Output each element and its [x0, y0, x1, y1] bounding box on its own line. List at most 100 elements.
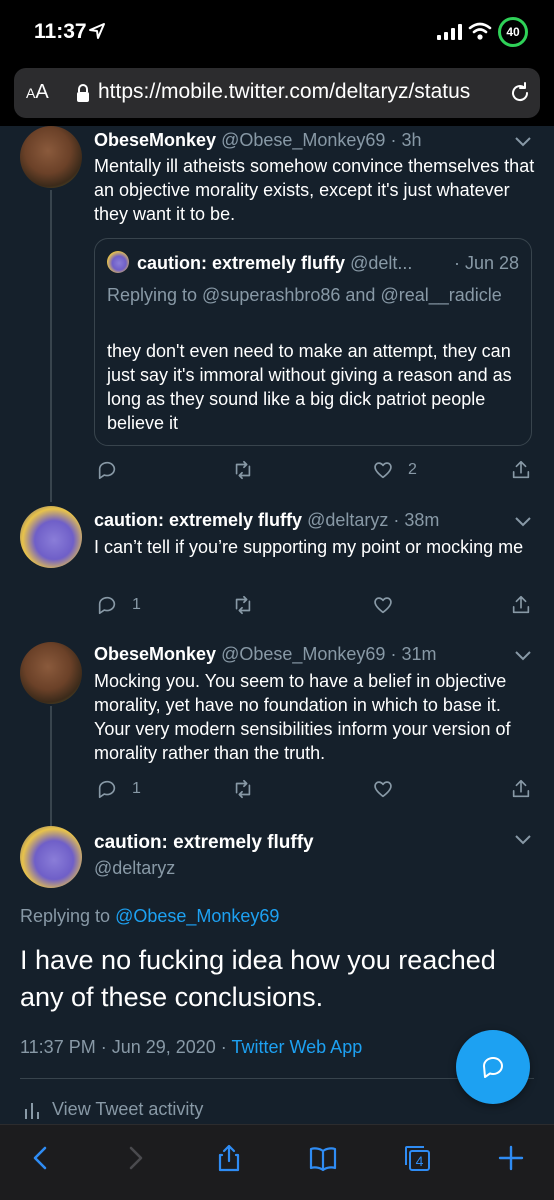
heart-icon [374, 462, 392, 479]
chevron-left-icon [33, 1146, 47, 1170]
replying-to-link[interactable]: @Obese_Monkey69 [115, 906, 279, 926]
main-tweet-text: I have no fucking idea how you reached a… [20, 945, 496, 1012]
retweet-button[interactable] [232, 458, 254, 482]
retweet-icon [235, 460, 251, 480]
share-button[interactable] [510, 777, 532, 801]
author-handle[interactable]: @deltaryz [307, 510, 388, 530]
new-tab-button[interactable] [494, 1141, 528, 1175]
main-timestamp[interactable]: 11:37 PM · Jun 29, 2020 · [20, 1037, 227, 1057]
retweet-icon [235, 779, 251, 799]
browser-address-area: AA https://mobile.twitter.com/deltaryz/s… [0, 60, 554, 126]
back-button[interactable] [24, 1141, 58, 1175]
tweet-header: caution: extremely fluffy @deltaryz · 38… [94, 510, 439, 531]
reply-button[interactable] [96, 458, 132, 482]
retweet-button[interactable] [232, 777, 254, 801]
tweet-source-link[interactable]: Twitter Web App [231, 1037, 362, 1057]
quoted-header: caution: extremely fluffy @delt... [137, 253, 412, 274]
share-button[interactable] [510, 458, 532, 482]
reply-count: 1 [132, 596, 141, 613]
reply-icon [98, 780, 116, 799]
retweet-icon [235, 595, 251, 615]
thread-line [50, 190, 52, 502]
thread-line [50, 706, 52, 826]
tweet-time[interactable]: · 3h [390, 130, 421, 150]
bookmarks-button[interactable] [306, 1141, 340, 1175]
tweet-text: Mentally ill atheists somehow convince t… [94, 156, 535, 224]
plus-icon [498, 1145, 524, 1171]
quoted-replying-to: Replying to @superashbro86 and @real__ra… [107, 285, 502, 305]
chevron-down-icon[interactable] [514, 136, 532, 148]
chevron-down-icon[interactable] [514, 834, 532, 846]
author-name[interactable]: caution: extremely fluffy [94, 510, 302, 530]
forward-button[interactable] [118, 1141, 152, 1175]
author-name[interactable]: ObeseMonkey [94, 644, 216, 664]
tweet-actions: 2 [94, 458, 534, 482]
chevron-right-icon [129, 1146, 143, 1170]
tweet-header: ObeseMonkey @Obese_Monkey69 · 31m [94, 644, 436, 665]
avatar[interactable] [20, 126, 82, 188]
retweet-button[interactable] [232, 593, 254, 617]
status-bar: 11:37 40 [0, 0, 554, 60]
quoted-avatar [107, 251, 129, 273]
location-arrow-icon [89, 23, 105, 39]
main-avatar[interactable] [20, 826, 82, 888]
reply-icon [98, 461, 116, 480]
avatar[interactable] [20, 506, 82, 568]
reply-count: 1 [132, 780, 141, 797]
quoted-tweet[interactable]: caution: extremely fluffy @delt... · Jun… [94, 238, 532, 446]
like-count: 2 [408, 461, 417, 478]
chevron-down-icon[interactable] [514, 650, 532, 662]
lock-icon [77, 84, 89, 102]
tweet-text: Mocking you. You seem to have a belief i… [94, 671, 511, 763]
quoted-date: · Jun 28 [453, 253, 519, 273]
heart-icon [374, 597, 392, 614]
tabs-button[interactable]: 4 [400, 1141, 434, 1175]
main-replying-to: Replying to @Obese_Monkey69 [20, 906, 279, 927]
chevron-down-icon[interactable] [514, 516, 532, 528]
status-time: 11:37 [34, 20, 87, 43]
tabs-icon: 4 [405, 1146, 430, 1171]
activity-chart-icon [25, 1102, 39, 1119]
view-tweet-activity[interactable]: View Tweet activity [24, 1099, 203, 1120]
like-button[interactable]: 2 [372, 458, 417, 482]
reload-icon[interactable] [508, 81, 532, 105]
like-button[interactable] [372, 593, 408, 617]
main-author-name[interactable]: caution: extremely fluffy [94, 832, 314, 854]
tweet-header: ObeseMonkey @Obese_Monkey69 · 3h [94, 130, 421, 151]
share-icon [512, 779, 530, 798]
reply-button[interactable]: 1 [96, 593, 141, 617]
tabs-count: 4 [416, 1153, 424, 1169]
url-text[interactable]: https://mobile.twitter.com/deltaryz/stat… [98, 80, 498, 104]
heart-icon [374, 781, 392, 798]
tweet-time[interactable]: · 38m [393, 510, 439, 530]
battery-indicator: 40 [498, 17, 528, 47]
author-handle[interactable]: @Obese_Monkey69 [221, 644, 385, 664]
cellular-signal-icon [437, 24, 462, 40]
share-icon [218, 1144, 240, 1172]
avatar[interactable] [20, 642, 82, 704]
tweet-actions: 1 [94, 777, 534, 801]
reply-icon [98, 596, 116, 615]
tweet-actions: 1 [94, 593, 534, 617]
reply-button[interactable]: 1 [96, 777, 141, 801]
reader-options-button[interactable]: AA [26, 81, 49, 104]
share-icon [512, 595, 530, 614]
quoted-author-name: caution: extremely fluffy [137, 253, 346, 273]
tweet-time[interactable]: · 31m [390, 644, 436, 664]
tweet-text: I can’t tell if you’re supporting my poi… [94, 537, 524, 557]
share-button[interactable] [510, 593, 532, 617]
wifi-icon [468, 22, 492, 40]
quoted-text: they don't even need to make an attempt,… [107, 341, 512, 433]
share-page-button[interactable] [212, 1141, 246, 1175]
like-button[interactable] [372, 777, 408, 801]
main-author-handle[interactable]: @deltaryz [94, 858, 175, 879]
share-icon [512, 460, 530, 479]
author-handle[interactable]: @Obese_Monkey69 [221, 130, 385, 150]
browser-toolbar: 4 [0, 1124, 554, 1200]
reply-bubble-icon [482, 1056, 503, 1078]
compose-reply-button[interactable] [456, 1030, 530, 1104]
activity-label: View Tweet activity [52, 1099, 204, 1119]
quoted-author-handle: @delt... [350, 253, 413, 273]
author-name[interactable]: ObeseMonkey [94, 130, 216, 150]
address-bar[interactable]: AA https://mobile.twitter.com/deltaryz/s… [14, 68, 540, 118]
